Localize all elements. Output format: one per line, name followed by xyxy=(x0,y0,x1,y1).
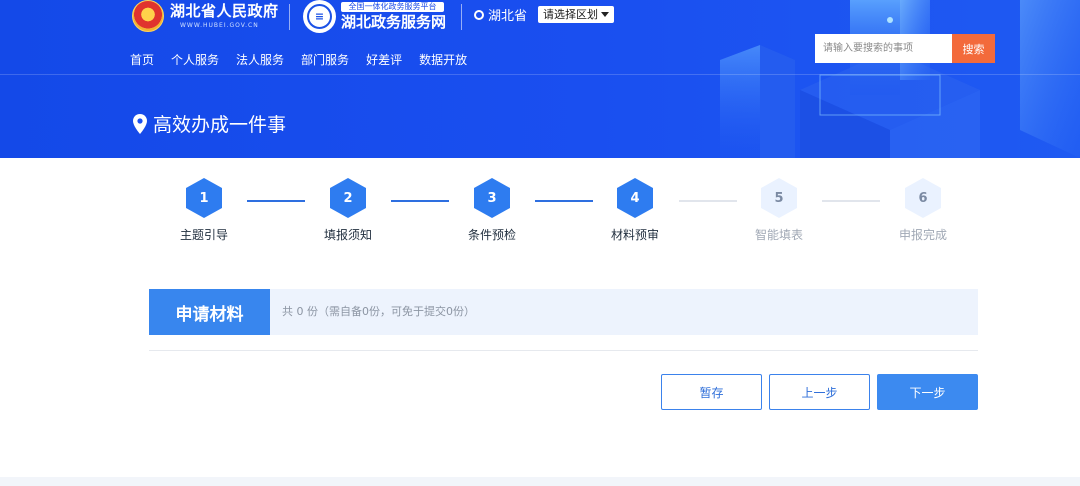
divider xyxy=(461,4,462,30)
page-title: 高效办成一件事 xyxy=(133,110,286,137)
step-6: 6 申报完成 xyxy=(878,178,968,243)
nav-item-department[interactable]: 部门服务 xyxy=(301,51,349,68)
step-number: 2 xyxy=(330,178,366,218)
location-pin-icon xyxy=(474,9,484,20)
step-5: 5 智能填表 xyxy=(734,178,824,243)
main-nav: 首页 个人服务 法人服务 部门服务 好差评 数据开放 xyxy=(130,51,467,68)
step-number: 4 xyxy=(617,178,653,218)
step-number: 3 xyxy=(474,178,510,218)
step-4: 4 材料预审 xyxy=(590,178,680,243)
location-pin-icon xyxy=(133,113,147,134)
step-connector xyxy=(391,200,449,202)
gov-name: 湖北省人民政府 xyxy=(170,1,279,20)
progress-steps: 1 主题引导 2 填报须知 3 条件预检 4 材料预审 5 智能填表 6 申报完… xyxy=(0,178,1080,248)
nav-item-legal[interactable]: 法人服务 xyxy=(236,51,284,68)
gov-logo[interactable]: 湖北省人民政府 WWW.HUBEI.GOV.CN xyxy=(132,0,279,32)
step-connector xyxy=(679,200,737,202)
step-label: 申报完成 xyxy=(898,228,947,242)
step-1: 1 主题引导 xyxy=(159,178,249,243)
step-label: 条件预检 xyxy=(467,228,516,242)
region-selector: 湖北省 请选择区划 xyxy=(474,5,615,24)
city-illustration xyxy=(720,0,1080,158)
caret-down-icon xyxy=(601,12,610,17)
region-select-dropdown[interactable]: 请选择区划 xyxy=(538,6,615,23)
province-label: 湖北省 xyxy=(488,9,528,24)
nav-item-open-data[interactable]: 数据开放 xyxy=(419,51,467,68)
step-label: 材料预审 xyxy=(610,228,659,242)
step-connector xyxy=(822,200,880,202)
step-connector xyxy=(247,200,305,202)
materials-summary: 共 0 份（需自备0份，可免于提交0份） xyxy=(282,305,475,318)
search-button[interactable]: 搜索 xyxy=(952,34,995,63)
platform-emblem-icon: ≡ xyxy=(303,0,336,33)
step-number: 5 xyxy=(761,178,797,218)
region-select-label: 请选择区划 xyxy=(543,8,599,21)
next-step-button[interactable]: 下一步 xyxy=(877,374,978,410)
save-draft-button[interactable]: 暂存 xyxy=(661,374,762,410)
step-connector xyxy=(535,200,593,202)
nav-item-home[interactable]: 首页 xyxy=(130,51,154,68)
materials-section-header: 申请材料 共 0 份（需自备0份，可免于提交0份） xyxy=(149,289,978,335)
step-label: 填报须知 xyxy=(323,228,372,242)
platform-name: 湖北政务服务网 xyxy=(341,13,447,31)
divider xyxy=(289,4,290,30)
section-divider xyxy=(149,350,978,351)
platform-logo[interactable]: ≡ 全国一体化政务服务平台 湖北政务服务网 xyxy=(303,0,446,33)
step-number: 6 xyxy=(905,178,941,218)
step-label: 主题引导 xyxy=(179,228,228,242)
search-input[interactable] xyxy=(815,34,952,63)
footer-strip xyxy=(0,477,1080,486)
search-box: 搜索 xyxy=(815,34,995,63)
step-number: 1 xyxy=(186,178,222,218)
nav-item-rating[interactable]: 好差评 xyxy=(366,51,402,68)
page-title-text: 高效办成一件事 xyxy=(153,114,287,136)
national-emblem-icon xyxy=(132,0,164,32)
nav-divider xyxy=(0,74,1080,75)
step-label: 智能填表 xyxy=(754,228,803,242)
materials-title: 申请材料 xyxy=(149,289,270,335)
header-banner: 湖北省人民政府 WWW.HUBEI.GOV.CN ≡ 全国一体化政务服务平台 湖… xyxy=(0,0,1080,158)
platform-tag: 全国一体化政务服务平台 xyxy=(341,2,444,12)
step-3: 3 条件预检 xyxy=(447,178,537,243)
previous-step-button[interactable]: 上一步 xyxy=(769,374,870,410)
step-2: 2 填报须知 xyxy=(303,178,393,243)
nav-item-personal[interactable]: 个人服务 xyxy=(171,51,219,68)
gov-url: WWW.HUBEI.GOV.CN xyxy=(180,21,259,29)
